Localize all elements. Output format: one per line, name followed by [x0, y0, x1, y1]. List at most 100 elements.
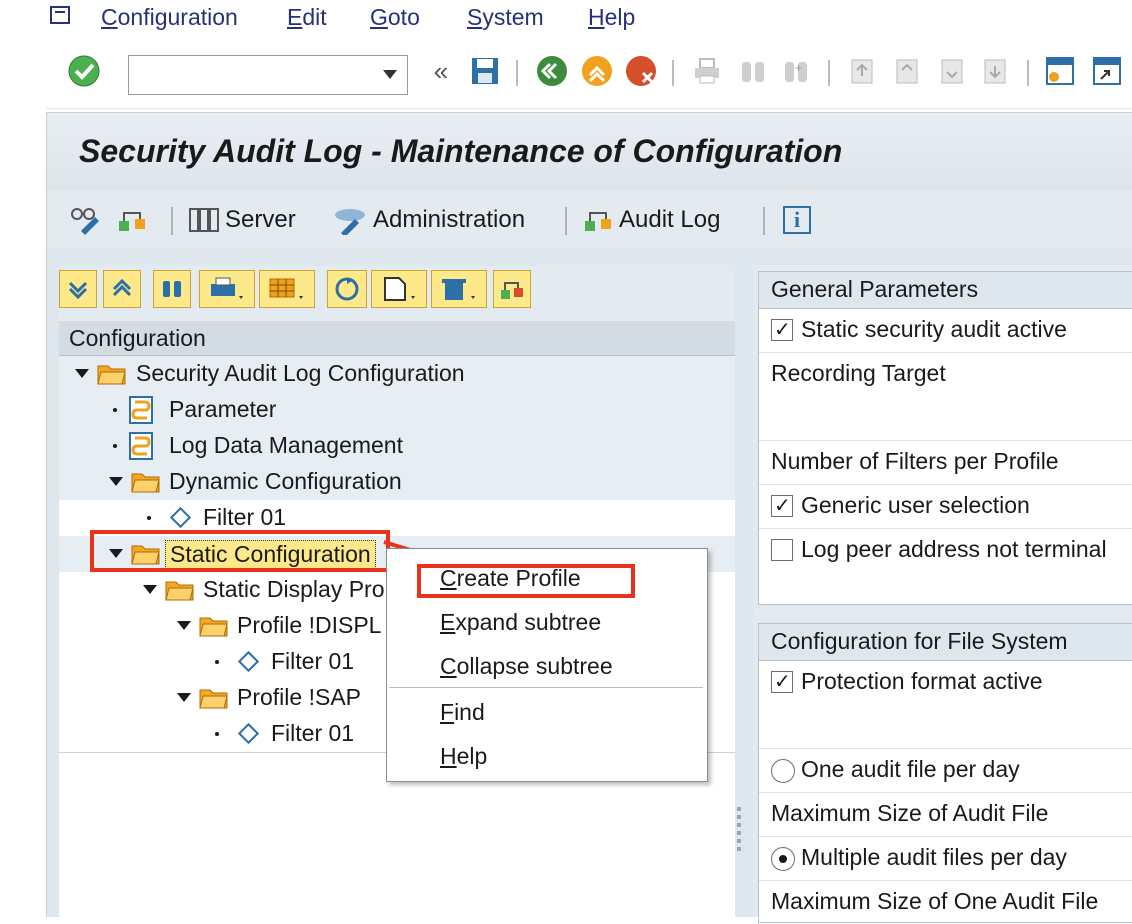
generic-user-checkbox[interactable] [771, 493, 793, 518]
multiple-files-radio[interactable] [771, 847, 795, 871]
log-peer-checkbox[interactable] [771, 539, 793, 561]
filter-diamond-icon [237, 722, 260, 745]
max-one-size-row: Maximum Size of One Audit File [759, 880, 1132, 924]
protection-checkbox[interactable] [771, 669, 793, 694]
expanded-caret-icon[interactable] [143, 585, 157, 594]
expanded-caret-icon[interactable] [177, 621, 191, 630]
filters-per-profile-label: Number of Filters per Profile [771, 448, 1059, 474]
tree-node[interactable]: Dynamic Configuration [59, 464, 735, 501]
info-button[interactable]: i [783, 203, 811, 237]
menu-item-label: ollapse subtree [456, 653, 613, 679]
expanded-caret-icon[interactable] [177, 693, 191, 702]
help-menu-item[interactable]: Help [440, 743, 487, 770]
expand-subtree-menu-item[interactable]: Expand subtree [440, 609, 601, 636]
tree-node[interactable]: Log Data Management [59, 428, 735, 465]
menu-goto[interactable]: Goto [370, 4, 420, 31]
trash-icon [442, 279, 475, 300]
one-file-row: One audit file per day [759, 748, 1132, 793]
pane-splitter[interactable] [737, 803, 743, 863]
menu-help-mnemonic: H [588, 4, 605, 30]
find-button[interactable] [736, 54, 770, 88]
folder-open-icon [131, 473, 160, 493]
expanded-caret-icon[interactable] [109, 477, 123, 486]
find-tree-button[interactable] [153, 270, 191, 308]
grid-icon [269, 278, 303, 299]
collapse-all-button[interactable] [103, 270, 141, 308]
menu-system[interactable]: System [467, 4, 544, 31]
collapse-command-button[interactable]: « [424, 54, 458, 88]
shortcut-icon [1093, 57, 1121, 85]
filter-diamond-icon [237, 650, 260, 673]
back-button[interactable] [535, 54, 569, 88]
main-panel: Security Audit Log - Maintenance of Conf… [46, 112, 1132, 923]
audit-log-label: Audit Log [619, 206, 721, 233]
server-button[interactable]: Server [187, 203, 296, 237]
expand-all-button[interactable] [59, 270, 97, 308]
cancel-button[interactable] [624, 54, 658, 88]
delete-button[interactable] [431, 270, 487, 308]
menu-toggle-icon[interactable] [50, 6, 72, 26]
first-page-button[interactable] [845, 54, 879, 88]
audit-log-button[interactable]: Audit Log [583, 203, 720, 237]
file-system-group: Configuration for File System Protection… [758, 623, 1132, 923]
exit-button[interactable] [580, 54, 614, 88]
menu-mnemonic: E [440, 609, 456, 635]
protection-row: Protection format active [759, 660, 1132, 749]
new-session-button[interactable] [1043, 54, 1077, 88]
menu-divider [389, 687, 703, 688]
cancel-icon [626, 56, 656, 86]
refresh-button[interactable] [327, 270, 367, 308]
structure-button[interactable] [493, 270, 531, 308]
settings-pane: General Parameters Static security audit… [753, 265, 1132, 923]
menu-configuration[interactable]: Configuration [101, 4, 238, 31]
menu-goto-mnemonic: G [370, 4, 388, 30]
command-input[interactable] [135, 56, 369, 94]
last-page-button[interactable] [978, 54, 1012, 88]
max-size-label: Maximum Size of Audit File [771, 800, 1049, 826]
page-title: Security Audit Log - Maintenance of Conf… [79, 133, 843, 169]
save-button[interactable] [468, 54, 502, 88]
tree-node[interactable]: Parameter [59, 392, 735, 429]
command-field[interactable] [128, 55, 408, 95]
print-icon [695, 58, 719, 84]
generic-user-label: Generic user selection [801, 492, 1030, 518]
filter-diamond-icon [169, 506, 192, 529]
static-active-checkbox[interactable] [771, 317, 793, 342]
parameter-icon [129, 396, 153, 424]
document-icon [384, 277, 415, 301]
svg-text:+: + [795, 61, 802, 75]
expanded-caret-icon[interactable] [75, 369, 89, 378]
find-next-button[interactable]: + [779, 54, 813, 88]
toolbar-separator [672, 60, 674, 86]
chevron-down-icon[interactable] [383, 70, 397, 79]
enter-button[interactable] [67, 54, 101, 88]
hierarchy-icon [501, 282, 523, 299]
menu-help[interactable]: Help [588, 4, 635, 31]
next-page-button[interactable] [935, 54, 969, 88]
new-document-button[interactable] [371, 270, 427, 308]
tree-node[interactable]: Security Audit Log Configuration [59, 356, 735, 393]
shortcut-button[interactable] [1090, 54, 1124, 88]
tree-toolbar [59, 265, 735, 321]
one-file-radio[interactable] [771, 759, 795, 783]
administration-button[interactable]: Administration [333, 203, 525, 237]
collapse-subtree-menu-item[interactable]: Collapse subtree [440, 653, 613, 680]
menu-item-label: xpand subtree [455, 609, 602, 635]
menu-edit[interactable]: Edit [287, 4, 327, 31]
group-header: Configuration for File System [759, 624, 1132, 661]
recording-target-row: Recording Target [759, 352, 1132, 441]
config-tree-button[interactable] [117, 203, 153, 237]
layout-button[interactable] [259, 270, 315, 308]
find-menu-item[interactable]: Find [440, 699, 485, 726]
print-button[interactable] [690, 54, 724, 88]
menu-goto-label: oto [387, 4, 420, 30]
menu-item-label: ind [454, 699, 485, 725]
tree-node-label: Filter 01 [203, 504, 287, 530]
previous-page-button[interactable] [890, 54, 924, 88]
folder-open-icon [165, 581, 194, 601]
display-change-button[interactable] [69, 203, 107, 237]
log-peer-row: Log peer address not terminal [759, 528, 1132, 572]
menu-edit-mnemonic: E [287, 4, 303, 30]
print-tree-button[interactable] [199, 270, 255, 308]
server-icon [189, 208, 219, 232]
